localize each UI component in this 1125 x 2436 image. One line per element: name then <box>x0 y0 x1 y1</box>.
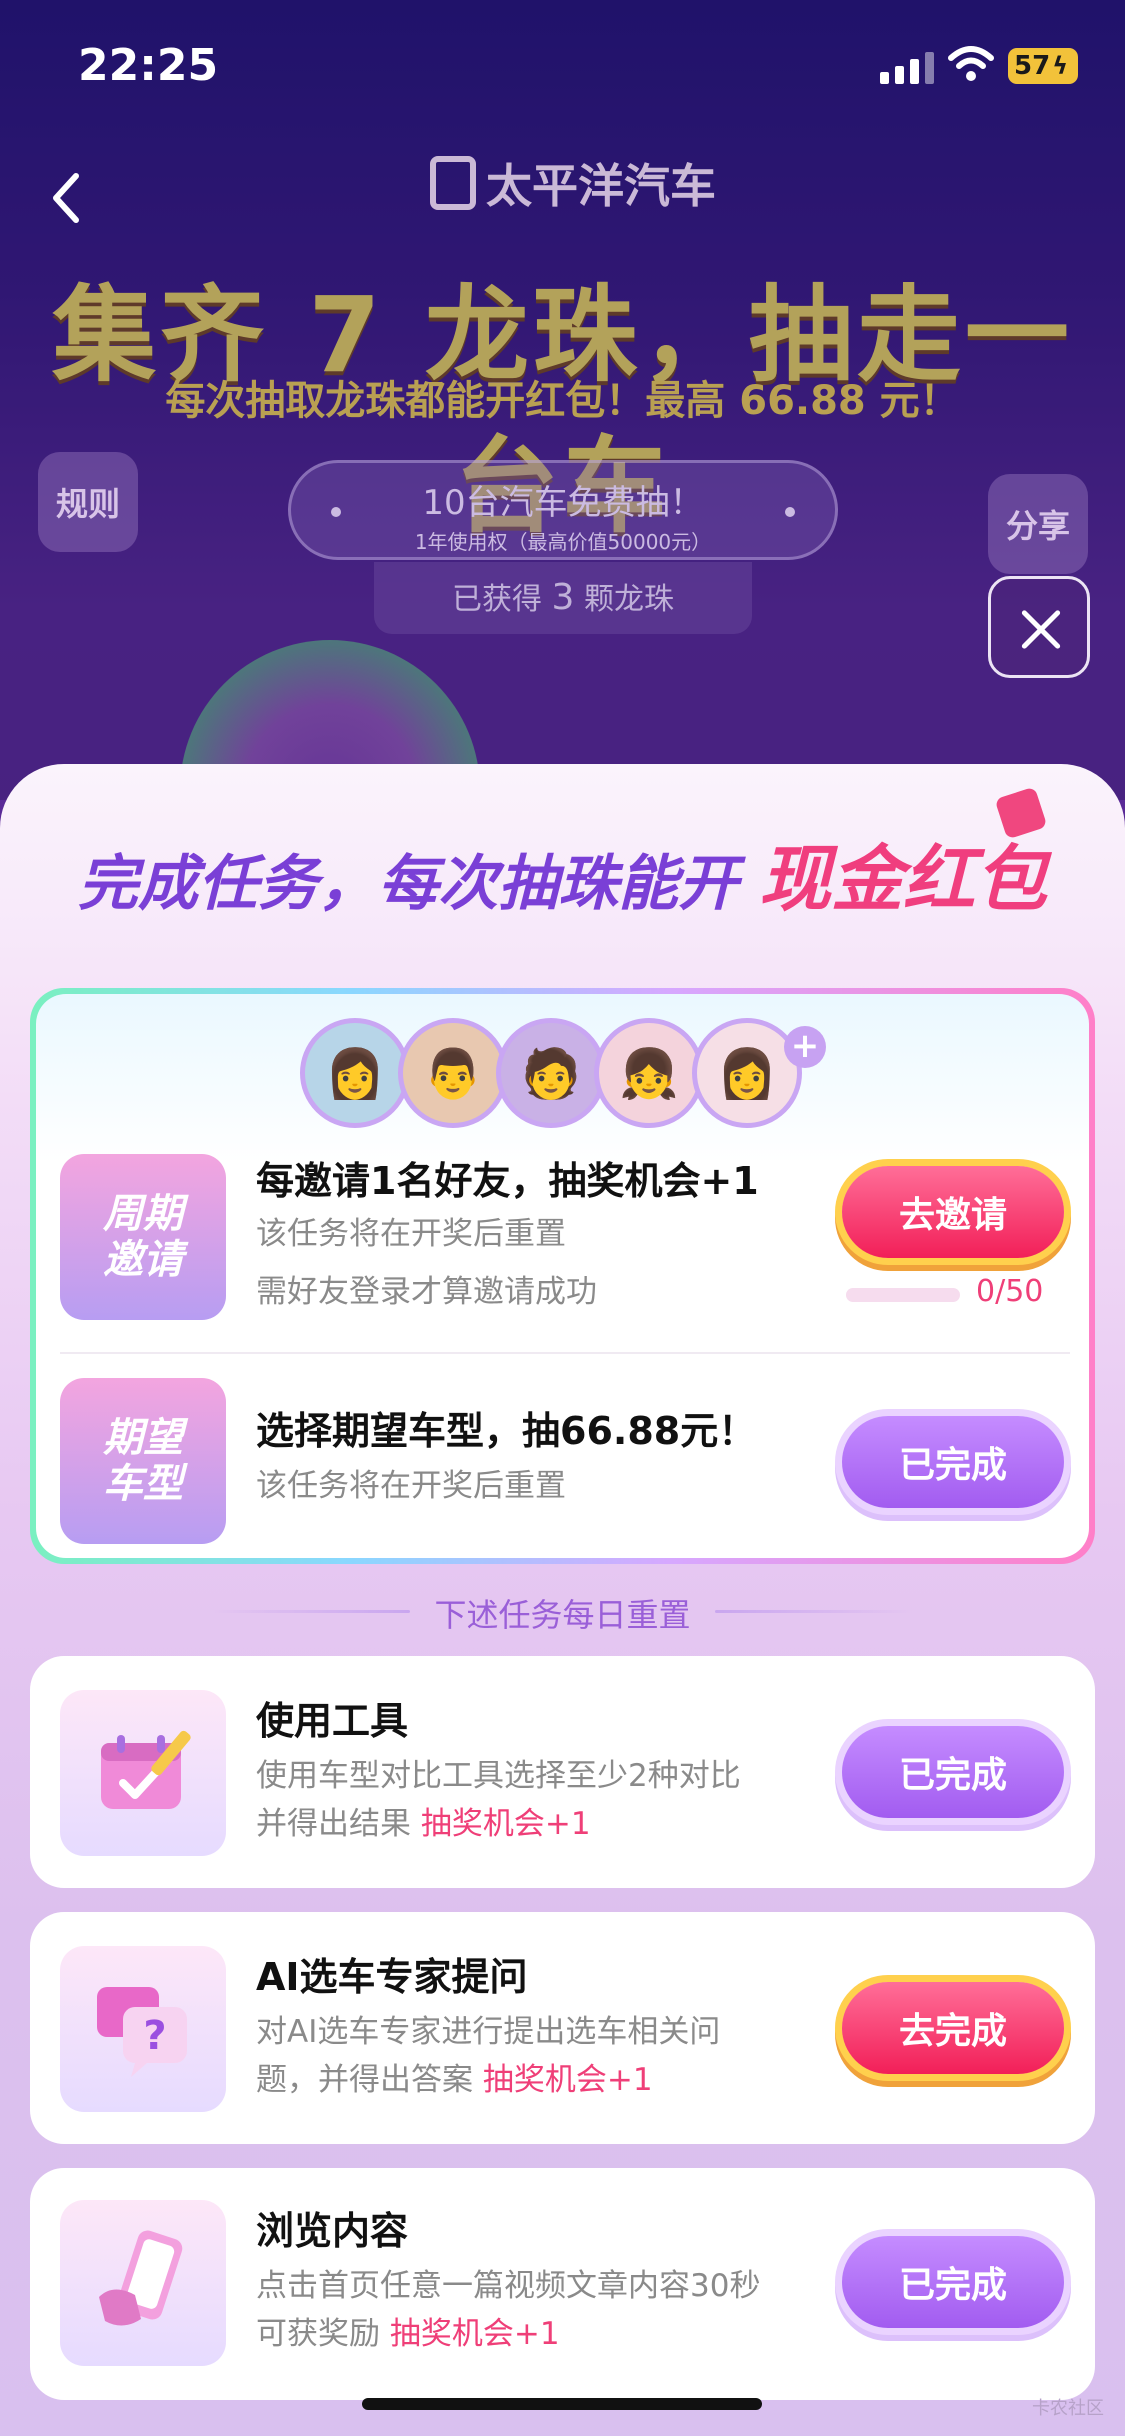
browse-content-done-button[interactable]: 已完成 <box>842 2236 1064 2328</box>
sheet-title: 完成任务，每次抽珠能开 现金红包 <box>0 820 1125 925</box>
charging-bolt-icon: ϟ <box>1052 52 1069 80</box>
phone-hand-icon <box>60 2200 226 2366</box>
task-desc: 该任务将在开奖后重置 <box>256 1216 566 1252</box>
logo-mark-icon <box>430 156 476 210</box>
badge-line: 期望 <box>103 1415 183 1461</box>
task-desc: 可获奖励 抽奖机会+1 <box>256 2310 560 2358</box>
pearls-count: 3 <box>551 577 575 618</box>
rules-button[interactable]: 规则 <box>38 452 138 552</box>
daily-reset-label: 下述任务每日重置 <box>434 1596 691 1634</box>
ai-question-go-button[interactable]: 去完成 <box>842 1982 1064 2074</box>
weekly-invite-badge: 周期 邀请 <box>60 1154 226 1320</box>
home-indicator <box>362 2398 762 2410</box>
pill-dot-left <box>331 507 341 517</box>
task-desc-line: 并得出结果 <box>256 1806 411 1842</box>
task-desc-line: 可获奖励 <box>256 2316 380 2352</box>
reward-label: 抽奖机会+1 <box>389 2316 560 2352</box>
task-title: 使用工具 <box>256 1699 409 1743</box>
friend-avatars: 👩 👨 🧑 👧 👩 <box>300 1018 802 1128</box>
invite-progress-bar <box>846 1288 960 1302</box>
logo-text: 太平洋汽车 <box>486 159 716 213</box>
share-button[interactable]: 分享 <box>988 474 1088 574</box>
cellular-signal-icon <box>880 50 934 84</box>
svg-text:?: ? <box>143 2013 166 2059</box>
badge-line: 周期 <box>103 1191 183 1237</box>
task-desc-line: 题，并得出答案 <box>256 2062 473 2098</box>
watermark: 卡农社区 <box>1032 2398 1104 2419</box>
avatar: 🧑 <box>496 1018 606 1128</box>
task-title: 每邀请1名好友，抽奖机会+1 <box>256 1159 759 1203</box>
page-subline: 每次抽取龙珠都能开红包！最高 66.88 元！ <box>165 378 960 424</box>
pill-dot-right <box>785 507 795 517</box>
brand-logo: 太平洋汽车 <box>430 150 716 216</box>
question-chat-icon: ? <box>60 1946 226 2112</box>
reward-label: 抽奖机会+1 <box>420 1806 591 1842</box>
add-friend-icon: + <box>784 1026 826 1068</box>
status-bar: 22:25 57 ϟ <box>0 0 1125 140</box>
prize-title: 10台汽车免费抽！ <box>422 483 704 523</box>
sheet-title-highlight: 现金红包 <box>758 837 1047 921</box>
expected-model-done-button[interactable]: 已完成 <box>842 1416 1064 1508</box>
divider <box>60 1352 1070 1354</box>
pearls-prefix: 已获得 <box>452 582 542 617</box>
battery-level: 57 <box>1014 51 1051 81</box>
pearls-count-banner: 已获得 3 颗龙珠 <box>374 562 752 634</box>
task-desc: 需好友登录才算邀请成功 <box>256 1274 597 1310</box>
badge-line: 车型 <box>103 1461 183 1507</box>
invite-progress-text: 0/50 <box>976 1274 1044 1309</box>
battery-indicator: 57 ϟ <box>1008 48 1078 84</box>
close-button[interactable] <box>988 576 1090 678</box>
prize-subtitle: 1年使用权（最高价值50000元） <box>414 530 712 554</box>
pearls-suffix: 颗龙珠 <box>584 582 674 617</box>
expected-model-badge: 期望 车型 <box>60 1378 226 1544</box>
avatar: 👧 <box>594 1018 704 1128</box>
task-desc: 使用车型对比工具选择至少2种对比 <box>256 1758 741 1794</box>
calendar-pencil-icon <box>60 1690 226 1856</box>
task-title: AI选车专家提问 <box>256 1955 528 1999</box>
task-desc: 题，并得出答案 抽奖机会+1 <box>256 2056 653 2104</box>
prize-banner: 10台汽车免费抽！ 1年使用权（最高价值50000元） <box>288 460 838 560</box>
task-desc: 并得出结果 抽奖机会+1 <box>256 1800 591 1848</box>
use-tool-done-button[interactable]: 已完成 <box>842 1726 1064 1818</box>
task-desc: 点击首页任意一篇视频文章内容30秒 <box>256 2268 761 2304</box>
invite-button[interactable]: 去邀请 <box>842 1166 1064 1258</box>
task-title: 选择期望车型，抽66.88元！ <box>256 1409 757 1453</box>
status-time: 22:25 <box>78 40 219 91</box>
badge-line: 邀请 <box>103 1237 183 1283</box>
task-title: 浏览内容 <box>256 2209 409 2253</box>
back-chevron-icon[interactable] <box>44 168 88 228</box>
avatar: 👨 <box>398 1018 508 1128</box>
avatar: 👩 <box>300 1018 410 1128</box>
avatar: 👩 <box>692 1018 802 1128</box>
wifi-icon <box>948 46 994 81</box>
task-desc: 对AI选车专家进行提出选车相关问 <box>256 2014 721 2050</box>
task-desc: 该任务将在开奖后重置 <box>256 1468 566 1504</box>
reward-label: 抽奖机会+1 <box>482 2062 653 2098</box>
sheet-title-main: 完成任务，每次抽珠能开 <box>78 849 739 919</box>
